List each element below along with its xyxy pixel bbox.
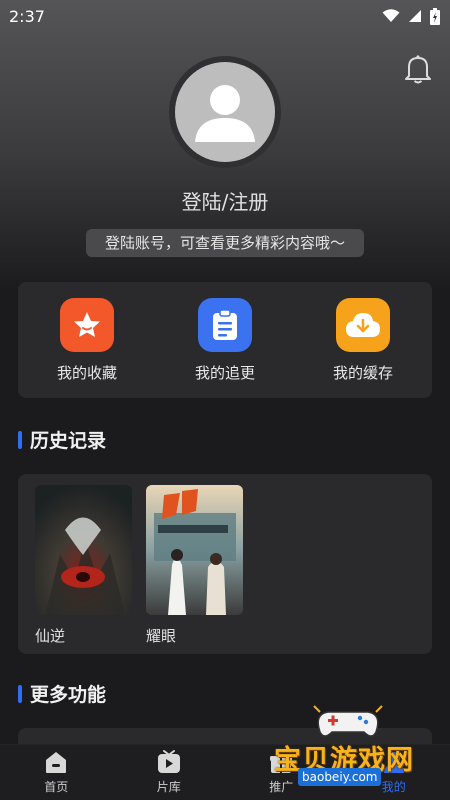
history-item-title: 耀眼 — [146, 627, 177, 645]
tab-library-label: 片库 — [156, 780, 181, 794]
status-bar: 2:37 — [0, 0, 450, 32]
watermark-url: baobeiy.com — [298, 768, 382, 786]
history-section-title: 历史记录 — [18, 426, 106, 453]
history-item[interactable]: 仙逆 — [35, 485, 132, 654]
user-placeholder-icon — [195, 85, 255, 142]
section-accent-bar — [18, 684, 22, 703]
poster-image — [146, 485, 243, 615]
tab-home-label: 首页 — [44, 780, 69, 794]
star-icon — [60, 298, 114, 352]
favorites-button[interactable]: 我的收藏 — [32, 298, 142, 383]
status-time: 2:37 — [9, 6, 45, 26]
avatar-button[interactable] — [169, 56, 281, 168]
bell-icon[interactable] — [404, 54, 432, 84]
more-title: 更多功能 — [30, 684, 107, 706]
history-item-title: 仙逆 — [35, 627, 66, 645]
login-title[interactable]: 登陆/注册 — [0, 186, 450, 215]
following-button[interactable]: 我的追更 — [170, 298, 280, 383]
home-icon — [46, 752, 67, 773]
wifi-icon — [382, 9, 400, 22]
gamepad-icon — [313, 705, 383, 737]
section-accent-bar — [18, 430, 22, 449]
login-hint[interactable]: 登陆账号，可查看更多精彩内容哦～ — [86, 229, 364, 257]
more-section-title: 更多功能 — [18, 680, 106, 707]
history-item[interactable]: 耀眼 — [146, 485, 243, 654]
video-library-icon — [157, 750, 180, 773]
history-title: 历史记录 — [30, 430, 107, 452]
quick-actions-card: 我的收藏 我的追更 我的缓存 — [18, 282, 432, 398]
battery-icon — [430, 7, 440, 25]
downloads-button[interactable]: 我的缓存 — [308, 298, 418, 383]
favorites-label: 我的收藏 — [56, 364, 117, 382]
signal-icon — [409, 10, 421, 22]
poster-image — [35, 485, 132, 615]
avatar — [175, 62, 275, 162]
tab-library[interactable]: 片库 — [124, 745, 214, 800]
following-label: 我的追更 — [194, 364, 255, 382]
cloud-download-icon — [336, 298, 390, 352]
tab-home[interactable]: 首页 — [11, 745, 101, 800]
clipboard-icon — [198, 298, 252, 352]
watermark-logo: 宝贝游戏网 baobeiy.com — [262, 700, 442, 800]
history-card: 仙逆 耀眼 — [18, 474, 432, 654]
status-icons — [382, 7, 440, 25]
downloads-label: 我的缓存 — [332, 364, 393, 382]
